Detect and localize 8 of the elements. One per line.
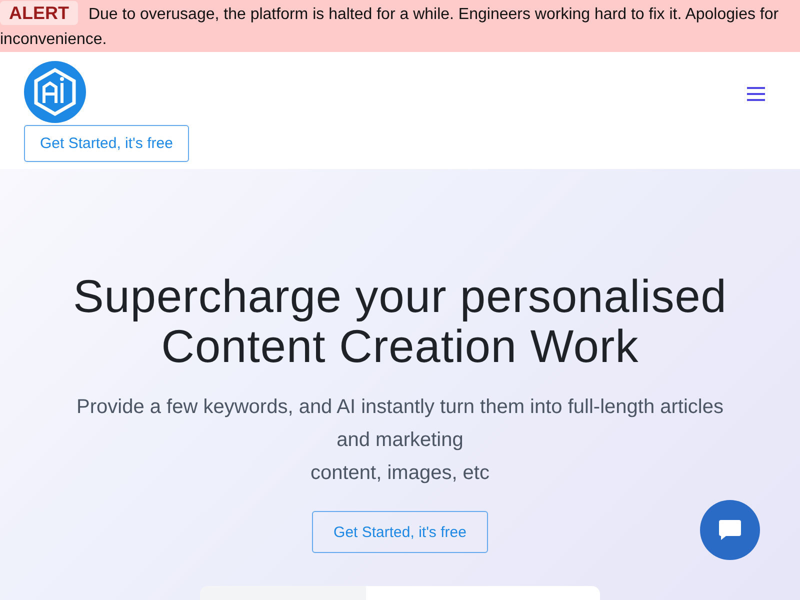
menu-icon[interactable] — [746, 86, 766, 102]
hero-subtitle: Provide a few keywords, and AI instantly turn them into full-length articles and marketing content, images, etc — [76, 395, 724, 486]
get-started-button[interactable]: Get Started, it's free — [24, 125, 189, 162]
get-started-button[interactable]: Get Started, it's free — [312, 511, 488, 553]
logo-icon[interactable] — [24, 61, 86, 123]
alert-message: ALERT Due to overusage, the platform is halted for a while. Engineers working hard to fix it. Apologies for inconvenience. — [0, 0, 800, 52]
chat-bubble-icon — [718, 519, 742, 541]
hero-title: Supercharge your personalised Content Creation Work — [73, 271, 727, 371]
